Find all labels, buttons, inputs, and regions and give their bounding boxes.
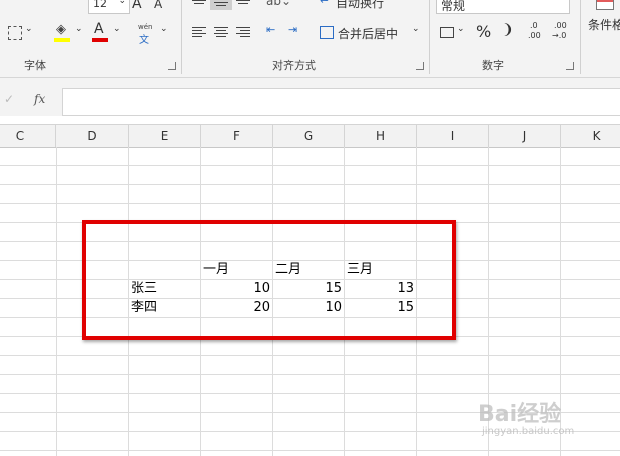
align-top-button[interactable] <box>192 0 208 6</box>
increase-decimal-top: .0 <box>530 21 538 30</box>
phonetic-top: wén <box>138 23 153 31</box>
indent-right-icon: ⇥ <box>288 23 298 36</box>
decrease-decimal-bottom: →.0 <box>552 31 567 40</box>
increase-decimal-bottom: .00 <box>528 31 541 40</box>
fill-color-button[interactable]: ◈ ⌄ <box>54 22 84 44</box>
decrease-decimal-button[interactable]: .00 →.0 <box>552 21 574 43</box>
column-header[interactable]: H <box>345 125 417 147</box>
align-middle-button[interactable] <box>210 0 232 10</box>
column-header[interactable]: F <box>201 125 273 147</box>
merge-center-label: 合并后居中 <box>338 27 399 41</box>
increase-indent-button[interactable]: ⇥ <box>288 23 304 39</box>
font-size-value: 12 <box>93 0 107 10</box>
column-header[interactable]: D <box>56 125 129 147</box>
align-left-button[interactable] <box>192 26 206 38</box>
border-grid-icon <box>8 26 22 40</box>
grow-font-button[interactable]: A <box>132 0 142 12</box>
number-dialog-launcher[interactable] <box>566 62 574 70</box>
merge-icon <box>320 26 334 39</box>
chevron-down-icon: ⌄ <box>118 0 126 6</box>
highlight-box <box>82 220 456 340</box>
cancel-icon[interactable]: ✓ <box>4 92 14 106</box>
formula-input[interactable] <box>62 88 620 116</box>
font-dialog-launcher[interactable] <box>168 62 176 70</box>
wrap-text-label: 自动换行 <box>336 0 385 10</box>
conditional-format-label: 条件格 <box>588 18 620 32</box>
font-size-box[interactable]: 12 ⌄ <box>88 0 130 14</box>
column-header[interactable]: G <box>273 125 345 147</box>
font-color-glyph: A <box>94 21 104 37</box>
font-color-button[interactable]: A ⌄ <box>92 21 122 44</box>
chevron-down-icon: ⌄ <box>25 24 33 34</box>
fill-color-swatch <box>54 38 70 42</box>
conditional-format-button[interactable]: 条件格 <box>586 0 620 40</box>
orientation-icon[interactable]: ab⌄ <box>266 0 291 8</box>
paint-bucket-icon: ◈ <box>56 22 66 37</box>
group-separator <box>429 0 430 74</box>
column-header[interactable]: C <box>0 125 56 147</box>
align-right-button[interactable] <box>236 26 250 38</box>
wrap-text-button[interactable]: ↩ 自动换行 <box>318 0 398 10</box>
number-format-value: 常规 <box>441 0 466 13</box>
accounting-format-button[interactable]: ⌄ <box>440 24 468 42</box>
font-color-swatch <box>92 38 108 42</box>
decrease-indent-button[interactable]: ⇤ <box>266 23 282 39</box>
currency-icon <box>440 27 454 38</box>
borders-button[interactable]: ⌄ <box>8 24 34 42</box>
column-header[interactable]: I <box>417 125 489 147</box>
group-separator <box>580 0 581 74</box>
merge-center-button[interactable]: 合并后居中 ⌄ <box>318 24 420 42</box>
alignment-dialog-launcher[interactable] <box>416 62 424 70</box>
column-header[interactable]: J <box>489 125 561 147</box>
ribbon: 12 ⌄ A A ⌄ ◈ ⌄ A ⌄ wén 文 ⌄ 字体 ab⌄ ⇤ ⇥ ↩ … <box>0 0 620 78</box>
group-separator <box>181 0 182 74</box>
column-header[interactable]: E <box>129 125 201 147</box>
chevron-down-icon: ⌄ <box>160 24 168 34</box>
column-headers: C D E F G H I J K <box>0 124 620 148</box>
chevron-down-icon: ⌄ <box>75 24 83 34</box>
fx-label[interactable]: fx <box>34 92 45 106</box>
align-bottom-button[interactable] <box>236 0 252 6</box>
align-center-button[interactable] <box>214 26 228 38</box>
chevron-down-icon: ⌄ <box>457 24 465 34</box>
group-label-font: 字体 <box>24 59 46 72</box>
chevron-down-icon: ⌄ <box>113 24 121 34</box>
phonetic-button[interactable]: wén 文 ⌄ <box>136 22 170 46</box>
wrap-icon: ↩ <box>320 0 330 7</box>
group-label-alignment: 对齐方式 <box>272 59 316 72</box>
conditional-format-icon <box>596 0 614 10</box>
phonetic-bottom: 文 <box>139 35 149 46</box>
chevron-down-icon: ⌄ <box>412 24 420 34</box>
indent-left-icon: ⇤ <box>266 23 276 36</box>
percent-button[interactable]: % <box>476 22 491 41</box>
watermark-url: jingyan.baidu.com <box>482 426 575 437</box>
group-label-number: 数字 <box>482 59 504 72</box>
formula-bar-area: ✓ fx <box>0 78 620 116</box>
column-header[interactable]: K <box>561 125 620 147</box>
watermark: Bai经验 jingyan.baidu.com <box>478 396 618 452</box>
shrink-font-button[interactable]: A <box>154 0 162 11</box>
number-format-dropdown[interactable]: 常规 <box>436 0 570 14</box>
decrease-decimal-top: .00 <box>554 21 567 30</box>
comma-style-button[interactable]: ❩ <box>502 22 514 38</box>
increase-decimal-button[interactable]: .0 .00 <box>528 21 548 43</box>
watermark-brand: Bai经验 <box>478 402 562 427</box>
